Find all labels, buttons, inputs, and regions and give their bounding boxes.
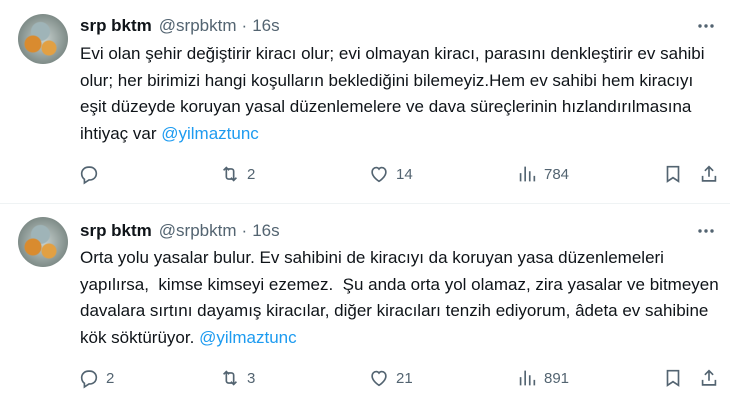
retweet-count: 2: [247, 165, 256, 183]
retweet-count: 3: [247, 369, 256, 387]
more-dots-icon[interactable]: [694, 14, 718, 38]
reply-button[interactable]: 2: [78, 365, 114, 391]
bookmark-icon: [666, 165, 680, 183]
retweet-button[interactable]: 3: [219, 365, 255, 391]
separator-dot: ·: [241, 16, 248, 35]
mention-link[interactable]: @yilmaztunc: [199, 328, 297, 347]
share-button[interactable]: [698, 365, 720, 391]
like-count: 21: [396, 369, 413, 387]
avatar[interactable]: [18, 217, 68, 267]
view-count: 891: [544, 369, 570, 387]
share-icon: [701, 369, 717, 386]
tweet-header: srp bktm @srpbktm · 16s: [80, 14, 280, 38]
action-bar: 2 3 21 891: [78, 365, 723, 391]
heart-icon: [371, 166, 387, 183]
retweet-icon: [222, 370, 238, 386]
views-button[interactable]: 891: [516, 365, 569, 391]
views-button[interactable]: 784: [516, 161, 569, 187]
share-button[interactable]: [698, 161, 720, 187]
bookmark-icon: [666, 369, 680, 387]
retweet-button[interactable]: 2: [219, 161, 255, 187]
more-dots-icon[interactable]: [694, 219, 718, 243]
author-name[interactable]: srp bktm: [80, 16, 152, 36]
heart-icon: [371, 370, 387, 387]
share-icon: [701, 165, 717, 182]
timestamp[interactable]: 16s: [252, 221, 279, 241]
reply-count: 2: [106, 369, 115, 387]
tweet-divider: [0, 203, 730, 204]
avatar[interactable]: [18, 14, 68, 64]
separator-dot: ·: [241, 221, 248, 240]
retweet-icon: [222, 166, 238, 182]
bookmark-button[interactable]: [662, 161, 684, 187]
author-name[interactable]: srp bktm: [80, 221, 152, 241]
action-bar: 2 14 784: [78, 161, 723, 187]
reply-icon: [80, 166, 98, 185]
author-handle[interactable]: @srpbktm: [159, 221, 237, 241]
bookmark-button[interactable]: [662, 365, 684, 391]
views-icon: [519, 370, 536, 386]
tweet-header: srp bktm @srpbktm · 16s: [80, 219, 280, 243]
views-icon: [519, 166, 536, 182]
author-handle[interactable]: @srpbktm: [159, 16, 237, 36]
reply-button[interactable]: [78, 161, 106, 187]
tweet[interactable]: srp bktm @srpbktm · 16s Orta yolu yasala…: [0, 205, 730, 420]
reply-icon: [80, 370, 98, 389]
like-count: 14: [396, 165, 413, 183]
tweet-text: Orta yolu yasalar bulur. Ev sahibini de …: [80, 245, 720, 351]
timestamp[interactable]: 16s: [252, 16, 279, 36]
like-button[interactable]: 14: [368, 161, 413, 187]
tweet[interactable]: srp bktm @srpbktm · 16s Evi olan şehir d…: [0, 0, 730, 204]
mention-link[interactable]: @yilmaztunc: [161, 124, 259, 143]
view-count: 784: [544, 165, 570, 183]
tweet-text: Evi olan şehir değiştirir kiracı olur; e…: [80, 41, 720, 147]
like-button[interactable]: 21: [368, 365, 413, 391]
tweet-text-content: Orta yolu yasalar bulur. Ev sahibini de …: [80, 248, 724, 347]
